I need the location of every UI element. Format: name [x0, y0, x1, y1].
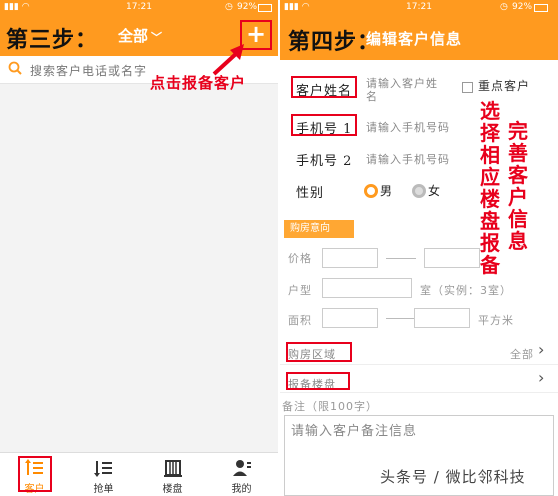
layout-label: 户型 — [288, 284, 312, 297]
price-min-input[interactable] — [322, 248, 378, 268]
gender-male-label: 男 — [380, 184, 394, 198]
intent-section-tag: 购房意向 — [284, 220, 354, 238]
area-range-dash — [386, 318, 416, 319]
customer-tab-highlight — [18, 456, 52, 492]
battery-icon — [534, 4, 548, 12]
status-time: 17:21 — [406, 2, 432, 12]
battery-icon — [258, 4, 272, 12]
profile-icon — [232, 460, 251, 476]
price-range-dash — [386, 258, 416, 259]
building-icon — [163, 460, 182, 477]
search-icon — [8, 61, 22, 75]
gender-male-radio[interactable] — [364, 184, 378, 198]
alarm-icon: ◷ — [500, 2, 508, 12]
search-placeholder: 搜索客户电话或名字 — [30, 64, 148, 78]
project-divider — [280, 392, 558, 393]
phone1-label-highlight — [291, 114, 357, 136]
grab-order-icon — [93, 461, 112, 477]
annotation-fill-info: 完善客户信息 — [508, 119, 528, 253]
region-label-highlight — [286, 342, 352, 362]
layout-input[interactable] — [322, 278, 412, 298]
phone1-input[interactable]: 请输入手机号码 — [366, 121, 450, 134]
annotation-select-project: 选择相应楼盘报备 — [480, 99, 500, 277]
vip-checkbox[interactable] — [462, 82, 473, 93]
chevron-right-icon[interactable]: › — [538, 340, 544, 359]
gender-female-radio[interactable] — [412, 184, 426, 198]
area-label: 面积 — [288, 314, 312, 327]
tab-grab-order[interactable]: 抢单 — [69, 453, 138, 496]
region-divider — [280, 364, 558, 365]
name-label-highlight — [291, 76, 357, 98]
tab-grab-order-label: 抢单 — [93, 484, 114, 495]
gender-label: 性别 — [296, 186, 325, 201]
left-phone-screen: ▮▮▮ ◠ 17:21 ◷ 92% 第三步： 全部 ﹀ + 搜索客户电话或名字 点… — [0, 0, 278, 496]
filter-label: 全部 — [118, 27, 149, 45]
vip-label: 重点客户 — [478, 79, 531, 93]
price-max-input[interactable] — [424, 248, 480, 268]
status-time: 17:21 — [126, 2, 152, 12]
tab-building[interactable]: 楼盘 — [138, 453, 207, 496]
customer-name-input[interactable]: 请输入客户姓名 — [366, 77, 446, 103]
notes-label: 备注（限100字） — [282, 400, 378, 413]
alarm-icon: ◷ — [225, 2, 233, 12]
gender-female-label: 女 — [428, 184, 442, 198]
layout-unit: 室（实例：3室） — [420, 284, 512, 297]
project-label-highlight — [286, 372, 350, 390]
tab-building-label: 楼盘 — [162, 484, 183, 495]
signal-icon: ▮▮▮ ◠ — [284, 2, 310, 12]
signal-icon: ▮▮▮ ◠ — [4, 2, 30, 12]
battery-percent: 92% — [512, 2, 533, 12]
page-title: 编辑客户信息 — [366, 30, 463, 48]
status-bar: ▮▮▮ ◠ 17:21 ◷ 92% — [0, 0, 278, 16]
filter-dropdown[interactable]: 全部 ﹀ — [118, 25, 162, 46]
tab-profile-label: 我的 — [231, 484, 252, 495]
area-unit: 平方米 — [478, 314, 514, 327]
right-phone-screen: ▮▮▮ ◠ 17:21 ◷ 92% 编辑客户信息 第四步： 客户姓名 请输入客户… — [280, 0, 558, 496]
area-max-input[interactable] — [414, 308, 470, 328]
battery-percent: 92% — [237, 2, 258, 12]
price-label: 价格 — [288, 252, 312, 265]
step-four-label: 第四步： — [288, 29, 381, 55]
step-three-label: 第三步： — [6, 27, 99, 53]
status-bar: ▮▮▮ ◠ 17:21 ◷ 92% — [280, 0, 558, 16]
phone2-label: 手机号 2 — [296, 154, 353, 169]
region-value[interactable]: 全部 — [510, 346, 534, 362]
area-min-input[interactable] — [322, 308, 378, 328]
phone2-input[interactable]: 请输入手机号码 — [366, 153, 450, 166]
chevron-down-icon: ﹀ — [151, 31, 163, 44]
tab-profile[interactable]: 我的 — [207, 453, 276, 496]
annotation-add-customer: 点击报备客户 — [150, 74, 247, 92]
watermark: 头条号 / 微比邻科技 — [380, 468, 526, 486]
chevron-right-icon[interactable]: › — [538, 368, 544, 387]
